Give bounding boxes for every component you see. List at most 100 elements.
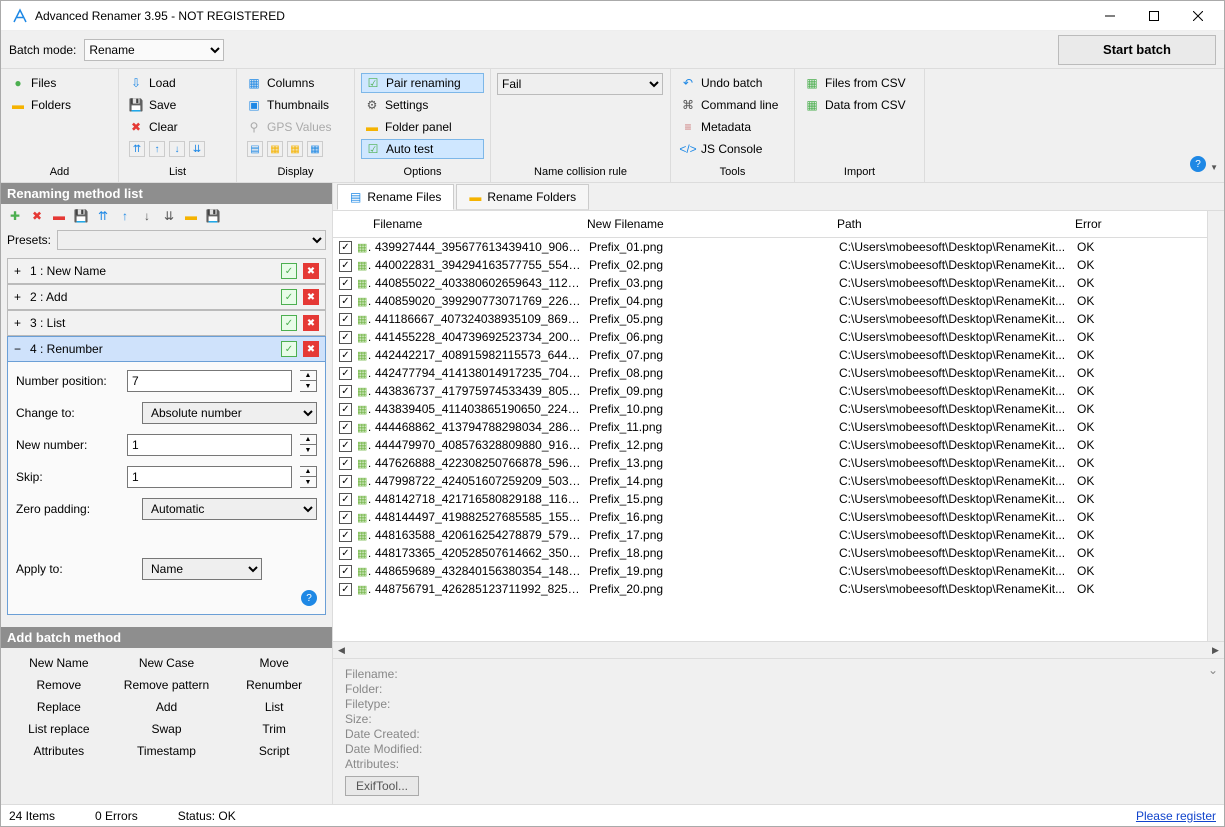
new-number-input[interactable] (127, 434, 292, 456)
minimize-button[interactable] (1088, 2, 1132, 30)
row-checkbox[interactable]: ✓ (339, 367, 352, 380)
row-checkbox[interactable]: ✓ (339, 313, 352, 326)
collision-rule-select[interactable]: Fail (497, 73, 663, 95)
row-checkbox[interactable]: ✓ (339, 331, 352, 344)
display-thumbnails-button[interactable]: ▣Thumbnails (243, 95, 348, 115)
row-checkbox[interactable]: ✓ (339, 295, 352, 308)
tools-metadata[interactable]: ≡Metadata (677, 117, 788, 137)
table-row[interactable]: ✓ ▦ 442477794_414138014917235_7049308...… (333, 364, 1207, 382)
display-columns-button[interactable]: ▦Columns (243, 73, 348, 93)
table-row[interactable]: ✓ ▦ 440855022_403380602659643_1120729...… (333, 274, 1207, 292)
options-auto-test[interactable]: ☑Auto test (361, 139, 484, 159)
add-batch-method[interactable]: Script (220, 740, 328, 762)
method-item-add[interactable]: +2 : Add✓✖ (7, 284, 326, 310)
row-checkbox[interactable]: ✓ (339, 529, 352, 542)
list-sort-buttons[interactable]: ⇈↑↓⇊ (125, 139, 230, 159)
col-path[interactable]: Path (833, 211, 1071, 237)
move-down-icon[interactable]: ↓ (139, 208, 155, 224)
import-data-csv[interactable]: ▦Data from CSV (801, 95, 918, 115)
maximize-button[interactable] (1132, 2, 1176, 30)
display-view-buttons[interactable]: ▤▦▦▦ (243, 139, 348, 159)
table-row[interactable]: ✓ ▦ 447998722_424051607259209_5032786...… (333, 472, 1207, 490)
table-row[interactable]: ✓ ▦ 448142718_421716580829188_1163637...… (333, 490, 1207, 508)
add-batch-method[interactable]: Attributes (5, 740, 113, 762)
save-icon[interactable]: 💾 (205, 208, 221, 224)
table-row[interactable]: ✓ ▦ 448756791_426285123711992_8259887...… (333, 580, 1207, 598)
start-batch-button[interactable]: Start batch (1058, 35, 1216, 65)
method-item-list[interactable]: +3 : List✓✖ (7, 310, 326, 336)
table-row[interactable]: ✓ ▦ 444479970_408576328809880_9169047...… (333, 436, 1207, 454)
tab-rename-folders[interactable]: ▬Rename Folders (456, 184, 589, 210)
add-batch-method[interactable]: List replace (5, 718, 113, 740)
add-folders-button[interactable]: ▬Folders (7, 95, 112, 115)
row-checkbox[interactable]: ✓ (339, 493, 352, 506)
tools-command-line[interactable]: ⌘Command line (677, 95, 788, 115)
table-row[interactable]: ✓ ▦ 439927444_395677613439410_9065853...… (333, 238, 1207, 256)
tools-undo-batch[interactable]: ↶Undo batch (677, 73, 788, 93)
add-batch-method[interactable]: Move (220, 652, 328, 674)
row-checkbox[interactable]: ✓ (339, 241, 352, 254)
move-up-icon[interactable]: ↑ (117, 208, 133, 224)
add-files-button[interactable]: ●Files (7, 73, 112, 93)
close-icon[interactable]: ✖ (303, 263, 319, 279)
table-row[interactable]: ✓ ▦ 440859020_399290773071769_2261329...… (333, 292, 1207, 310)
help-icon[interactable]: ? (1190, 156, 1206, 172)
number-position-input[interactable] (127, 370, 292, 392)
table-row[interactable]: ✓ ▦ 441455228_404739692523734_2008923...… (333, 328, 1207, 346)
remove-method-icon[interactable]: ✖ (29, 208, 45, 224)
table-row[interactable]: ✓ ▦ 440022831_394294163577755_5546572...… (333, 256, 1207, 274)
row-checkbox[interactable]: ✓ (339, 259, 352, 272)
list-clear-button[interactable]: ✖Clear (125, 117, 230, 137)
file-table[interactable]: Filename New Filename Path Error ✓ ▦ 439… (333, 211, 1207, 641)
exiftool-button[interactable]: ExifTool... (345, 776, 419, 796)
add-batch-method[interactable]: Remove (5, 674, 113, 696)
tab-rename-files[interactable]: ▤Rename Files (337, 184, 454, 210)
display-gps-button[interactable]: ⚲GPS Values (243, 117, 348, 137)
table-row[interactable]: ✓ ▦ 443839405_411403865190650_2242416...… (333, 400, 1207, 418)
stop-icon[interactable]: ▬ (51, 208, 67, 224)
add-batch-method[interactable]: Remove pattern (113, 674, 221, 696)
help-icon[interactable]: ? (301, 590, 317, 606)
options-folder-panel[interactable]: ▬Folder panel (361, 117, 484, 137)
table-row[interactable]: ✓ ▦ 441186667_407324038935109_8694371...… (333, 310, 1207, 328)
row-checkbox[interactable]: ✓ (339, 547, 352, 560)
table-row[interactable]: ✓ ▦ 447626888_422308250766878_5962250...… (333, 454, 1207, 472)
close-icon[interactable]: ✖ (303, 341, 319, 357)
skip-spinner[interactable]: ▲▼ (300, 466, 317, 488)
row-checkbox[interactable]: ✓ (339, 421, 352, 434)
change-to-select[interactable]: Absolute number (142, 402, 317, 424)
add-batch-method[interactable]: New Case (113, 652, 221, 674)
method-item-new-name[interactable]: +1 : New Name✓✖ (7, 258, 326, 284)
new-number-spinner[interactable]: ▲▼ (300, 434, 317, 456)
row-checkbox[interactable]: ✓ (339, 511, 352, 524)
table-row[interactable]: ✓ ▦ 448144497_419882527685585_1559815...… (333, 508, 1207, 526)
add-batch-method[interactable]: Renumber (220, 674, 328, 696)
row-checkbox[interactable]: ✓ (339, 475, 352, 488)
apply-to-select[interactable]: Name (142, 558, 262, 580)
move-bottom-icon[interactable]: ⇊ (161, 208, 177, 224)
method-item-renumber[interactable]: −4 : Renumber✓✖ (7, 336, 326, 362)
add-batch-method[interactable]: Timestamp (113, 740, 221, 762)
presets-select[interactable] (57, 230, 326, 250)
close-icon[interactable]: ✖ (303, 289, 319, 305)
add-batch-method[interactable]: List (220, 696, 328, 718)
add-batch-method[interactable]: Trim (220, 718, 328, 740)
add-batch-method[interactable]: New Name (5, 652, 113, 674)
table-row[interactable]: ✓ ▦ 448163588_420616254278879_5797681...… (333, 526, 1207, 544)
add-method-icon[interactable]: ✚ (7, 208, 23, 224)
table-row[interactable]: ✓ ▦ 448173365_420528507614662_3509165...… (333, 544, 1207, 562)
help-dropdown-icon[interactable]: ▼ (1210, 163, 1218, 172)
import-files-csv[interactable]: ▦Files from CSV (801, 73, 918, 93)
expand-icon[interactable]: ⌄ (1208, 663, 1218, 677)
table-row[interactable]: ✓ ▦ 448659689_432840156380354_1484698...… (333, 562, 1207, 580)
batch-mode-select[interactable]: Rename (84, 39, 224, 61)
register-link[interactable]: Please register (1136, 809, 1216, 823)
row-checkbox[interactable]: ✓ (339, 385, 352, 398)
row-checkbox[interactable]: ✓ (339, 439, 352, 452)
table-row[interactable]: ✓ ▦ 442442217_408915982115573_6441966...… (333, 346, 1207, 364)
options-pair-renaming[interactable]: ☑Pair renaming (361, 73, 484, 93)
vertical-scrollbar[interactable] (1207, 211, 1224, 641)
add-batch-method[interactable]: Swap (113, 718, 221, 740)
row-checkbox[interactable]: ✓ (339, 583, 352, 596)
col-error[interactable]: Error (1071, 211, 1181, 237)
